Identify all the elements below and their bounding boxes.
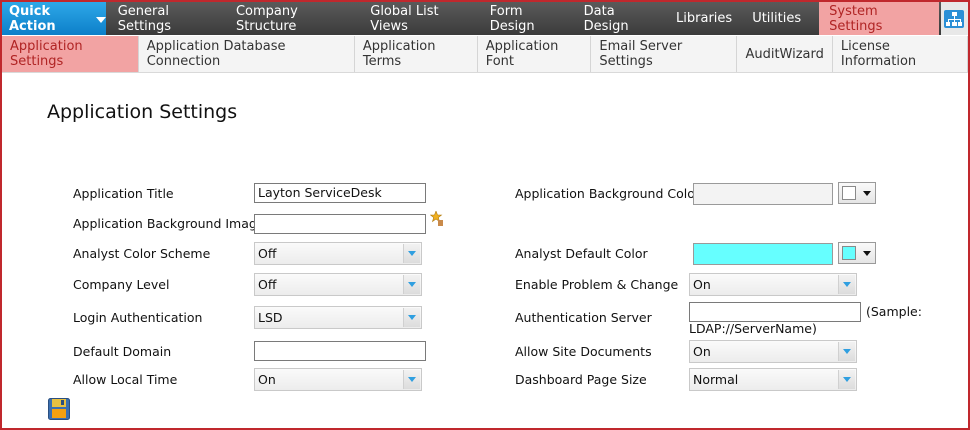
chevron-down-icon [863,191,871,196]
chevron-down-icon [95,16,106,23]
color-swatch-icon [842,246,856,260]
company-level-select[interactable]: Off [254,273,422,296]
tab-application-database-connection[interactable]: Application Database Connection [139,36,355,72]
nav-libraries[interactable]: Libraries [666,2,742,35]
login-authentication-label: Login Authentication [73,310,203,325]
nav-data-design[interactable]: Data Design [574,2,666,35]
authentication-server-sample-value: LDAP://ServerName) [689,321,817,336]
dashboard-page-size-select[interactable]: Normal [689,368,857,391]
nav-utilities[interactable]: Utilities [742,2,811,35]
allow-local-time-value: On [258,372,276,387]
allow-site-documents-value: On [693,344,711,359]
allow-site-documents-label: Allow Site Documents [515,344,652,359]
analyst-color-scheme-select[interactable]: Off [254,242,422,265]
quick-action-label: Quick Action [9,3,56,34]
nav-form-design[interactable]: Form Design [480,2,574,35]
save-icon[interactable] [48,398,70,420]
settings-tabs: Application Settings Application Databas… [2,36,969,73]
chevron-down-icon[interactable] [838,275,855,294]
chevron-down-icon[interactable] [403,308,420,327]
application-title-input[interactable]: Layton ServiceDesk [254,183,426,203]
chevron-down-icon[interactable] [838,370,855,389]
application-background-image-label: Application Background Image [73,216,265,231]
login-authentication-select[interactable]: LSD [254,306,422,329]
chevron-down-icon [863,251,871,256]
enable-problem-change-select[interactable]: On [689,273,857,296]
tab-license-information[interactable]: License Information [833,36,969,72]
nav-general-settings[interactable]: General Settings [106,2,226,35]
authentication-server-sample: (Sample: [866,304,922,319]
analyst-default-color-label: Analyst Default Color [515,246,648,261]
color-swatch-icon [842,186,856,200]
analyst-color-scheme-value: Off [258,246,277,261]
analyst-color-scheme-label: Analyst Color Scheme [73,246,211,261]
allow-local-time-select[interactable]: On [254,368,422,391]
authentication-server-input[interactable] [689,302,861,322]
company-level-value: Off [258,277,277,292]
analyst-default-color-picker[interactable] [838,242,876,264]
allow-site-documents-select[interactable]: On [689,340,857,363]
sitemap-button[interactable] [940,2,968,35]
authentication-server-label: Authentication Server [515,310,652,325]
analyst-default-color-field[interactable] [693,243,833,265]
default-domain-label: Default Domain [73,344,172,359]
nav-global-list-views[interactable]: Global List Views [360,2,480,35]
enable-problem-change-value: On [693,277,711,292]
allow-local-time-label: Allow Local Time [73,372,178,387]
application-background-image-input[interactable] [254,214,426,234]
application-background-color-picker[interactable] [838,182,876,204]
application-background-color-field[interactable] [693,183,833,205]
tab-application-font[interactable]: Application Font [478,36,592,72]
chevron-down-icon[interactable] [403,244,420,263]
tab-application-settings[interactable]: Application Settings [2,36,139,72]
tab-email-server-settings[interactable]: Email Server Settings [591,36,738,72]
top-navigation: Quick Action General Settings Company St… [2,2,968,35]
star-browse-icon[interactable] [430,211,444,227]
sitemap-icon [944,9,965,28]
page-title: Application Settings [47,101,238,123]
chevron-down-icon[interactable] [838,342,855,361]
chevron-down-icon[interactable] [403,275,420,294]
tab-auditwizard[interactable]: AuditWizard [737,36,833,72]
default-domain-input[interactable] [254,341,426,361]
nav-system-settings[interactable]: System Settings [819,2,939,35]
quick-action-button[interactable]: Quick Action [2,2,106,35]
enable-problem-change-label: Enable Problem & Change [515,277,679,292]
login-authentication-value: LSD [258,310,283,325]
tab-application-terms[interactable]: Application Terms [355,36,478,72]
nav-company-structure[interactable]: Company Structure [226,2,360,35]
chevron-down-icon[interactable] [403,370,420,389]
dashboard-page-size-value: Normal [693,372,739,387]
application-title-label: Application Title [73,186,174,201]
company-level-label: Company Level [73,277,170,292]
dashboard-page-size-label: Dashboard Page Size [515,372,647,387]
application-background-color-label: Application Background Color [515,186,700,201]
